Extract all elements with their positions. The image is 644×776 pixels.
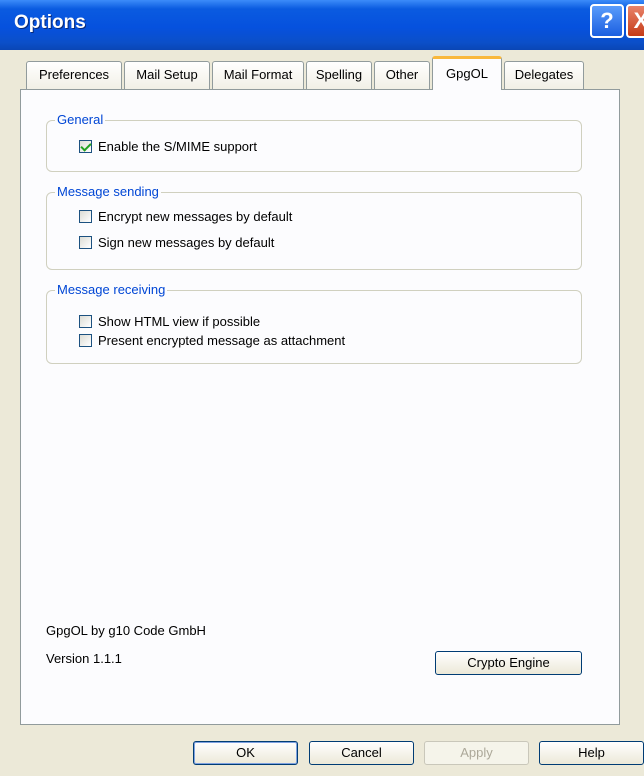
window-title: Options	[14, 12, 86, 33]
crypto-engine-button[interactable]: Crypto Engine	[435, 651, 582, 675]
about-text: GpgOL by g10 Code GmbH	[46, 623, 206, 638]
smime-checkbox-row[interactable]: Enable the S/MIME support	[79, 137, 257, 155]
html-view-checkbox[interactable]	[79, 314, 92, 328]
tab-gpgol[interactable]: GpgOL	[432, 56, 502, 90]
encrypt-default-checkbox[interactable]	[79, 209, 92, 223]
smime-checkbox[interactable]	[79, 139, 92, 153]
message-receiving-group: Message receiving Show HTML view if poss…	[46, 282, 582, 364]
sign-default-checkbox[interactable]	[79, 235, 92, 249]
tab-preferences[interactable]: Preferences	[26, 61, 122, 89]
tab-mail-format[interactable]: Mail Format	[212, 61, 304, 89]
sign-default-row[interactable]: Sign new messages by default	[79, 233, 274, 251]
options-dialog: Options ? X Preferences Mail Setup Mail …	[0, 0, 644, 776]
close-button[interactable]: X	[626, 4, 644, 38]
encrypted-attachment-checkbox[interactable]	[79, 333, 92, 347]
ok-button[interactable]: OK	[193, 741, 298, 765]
encrypt-default-label[interactable]: Encrypt new messages by default	[98, 209, 292, 224]
question-icon: ?	[600, 8, 614, 33]
html-view-row[interactable]: Show HTML view if possible	[79, 312, 260, 330]
cancel-button[interactable]: Cancel	[309, 741, 414, 765]
close-icon: X	[633, 8, 644, 33]
general-group: General Enable the S/MIME support	[46, 112, 582, 172]
help-title-button[interactable]: ?	[590, 4, 624, 38]
message-receiving-legend: Message receiving	[55, 282, 168, 297]
encrypt-default-row[interactable]: Encrypt new messages by default	[79, 207, 292, 225]
tab-mail-setup[interactable]: Mail Setup	[124, 61, 210, 89]
help-button[interactable]: Help	[539, 741, 644, 765]
smime-checkbox-label[interactable]: Enable the S/MIME support	[98, 139, 257, 154]
encrypted-attachment-label[interactable]: Present encrypted message as attachment	[98, 333, 345, 348]
html-view-label[interactable]: Show HTML view if possible	[98, 314, 260, 329]
encrypted-attachment-row[interactable]: Present encrypted message as attachment	[79, 331, 345, 349]
message-sending-group: Message sending Encrypt new messages by …	[46, 184, 582, 270]
message-sending-legend: Message sending	[55, 184, 161, 199]
apply-button: Apply	[424, 741, 529, 765]
tab-delegates[interactable]: Delegates	[504, 61, 584, 89]
tab-spelling[interactable]: Spelling	[306, 61, 372, 89]
version-text: Version 1.1.1	[46, 651, 122, 666]
general-group-legend: General	[55, 112, 106, 127]
tab-other[interactable]: Other	[374, 61, 430, 89]
sign-default-label[interactable]: Sign new messages by default	[98, 235, 274, 250]
title-bar[interactable]: Options ? X	[0, 0, 644, 50]
